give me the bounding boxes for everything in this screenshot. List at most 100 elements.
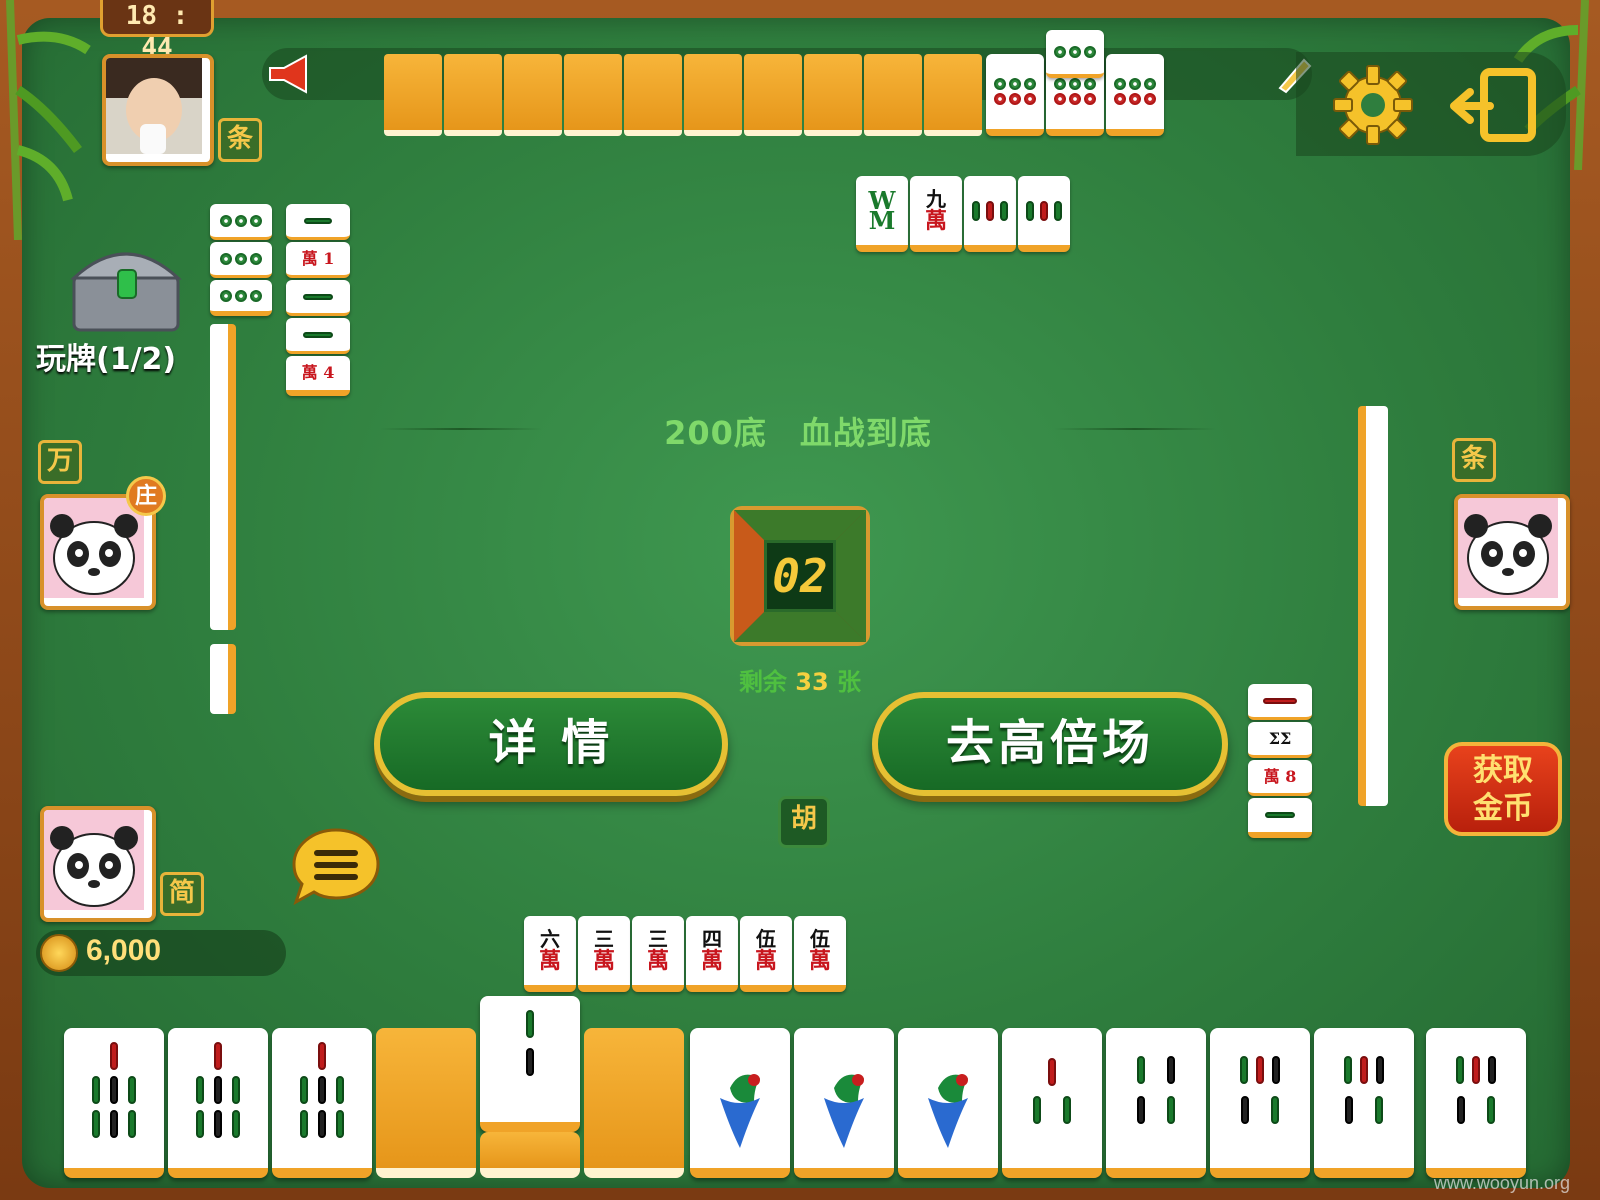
hand-tile-back (480, 1132, 580, 1178)
discard-tile-bamboo (1018, 176, 1070, 252)
bird-icon (928, 1074, 968, 1148)
exit-icon[interactable] (1450, 66, 1540, 146)
panda-avatar-icon (44, 810, 144, 910)
get-gold-line2: 金币 (1473, 791, 1533, 826)
left-opponent-hand (210, 324, 236, 630)
coin-balance: 6,000 (36, 930, 286, 976)
hand-tile-back[interactable] (376, 1028, 476, 1178)
discard-tile: 四萬 (686, 916, 738, 992)
remaining-prefix: 剩余 (738, 668, 796, 696)
coin-icon (40, 934, 78, 972)
hand-tile-bamboo-5[interactable] (1314, 1028, 1414, 1178)
hu-indicator: 胡 (778, 796, 830, 848)
get-gold-button[interactable]: 获取 金币 (1444, 742, 1562, 836)
discard-tile (1248, 798, 1312, 838)
self-player-suit-badge: 简 (160, 872, 204, 916)
discard-tile: 萬 1 (286, 242, 350, 278)
tile-back (564, 54, 622, 136)
meld-tile-stacked (1046, 30, 1104, 78)
divider-left (380, 428, 542, 430)
hand-tile-bamboo-5-drawn[interactable] (1426, 1028, 1526, 1178)
top-player-suit-badge: 条 (218, 118, 262, 162)
bird-icon (720, 1074, 760, 1148)
panda-avatar-icon (44, 498, 144, 598)
meld-tile (210, 280, 272, 316)
top-opponent-hand (384, 54, 982, 136)
discard-tile: 伍萬 (740, 916, 792, 992)
meld-tile (1106, 54, 1164, 136)
discard-tile-wind: WM (856, 176, 908, 252)
self-discards: 六萬 三萬 三萬 四萬 伍萬 伍萬 (524, 916, 846, 992)
gear-icon[interactable] (1330, 62, 1416, 148)
right-player-discards: ΣΣ 萬 8 (1248, 684, 1312, 838)
discard-tile: 萬 4 (286, 356, 350, 396)
get-gold-line1: 获取 (1473, 753, 1533, 788)
tile-back (804, 54, 862, 136)
left-player-discards: 萬 1 萬 4 (286, 204, 350, 396)
treasure-progress-label: 玩牌(1/2) (36, 342, 177, 377)
self-player-avatar[interactable] (40, 806, 156, 922)
clock: 18 : 44 (100, 0, 214, 63)
hand-tile-bamboo-7[interactable] (64, 1028, 164, 1178)
discard-tile: ΣΣ (1248, 722, 1312, 758)
hand-tile-bamboo-2-selected[interactable] (480, 996, 580, 1132)
tile-back (384, 54, 442, 136)
tile-back (504, 54, 562, 136)
hand-tile-bamboo-1[interactable] (690, 1028, 790, 1178)
treasure-chest-icon[interactable] (66, 234, 186, 334)
hand-tile-bamboo-1[interactable] (794, 1028, 894, 1178)
right-player-suit-badge: 条 (1452, 438, 1496, 482)
tile-back (684, 54, 742, 136)
discard-tile (286, 280, 350, 316)
discard-tile (1248, 684, 1312, 720)
remaining-count: 33 (795, 668, 829, 696)
high-stakes-room-button[interactable]: 去高倍场 (872, 692, 1228, 796)
hand-tile-bamboo-5[interactable] (1210, 1028, 1310, 1178)
discard-tile (286, 204, 350, 240)
bird-icon (824, 1074, 864, 1148)
tile-back (864, 54, 922, 136)
tile-back (444, 54, 502, 136)
discard-tile: 六萬 (524, 916, 576, 992)
remaining-tiles: 剩余 33 张 (700, 662, 900, 697)
discard-tile: 三萬 (632, 916, 684, 992)
left-player-suit-badge: 万 (38, 440, 82, 484)
discard-tile: 伍萬 (794, 916, 846, 992)
hand-tile-bamboo-7[interactable] (168, 1028, 268, 1178)
discard-tile: 九萬 (910, 176, 962, 252)
tile-back (924, 54, 982, 136)
discard-tile (286, 318, 350, 354)
speaker-icon[interactable] (266, 52, 312, 96)
meld-tile (986, 54, 1044, 136)
coin-amount: 6,000 (86, 934, 162, 967)
player-photo-icon (106, 58, 202, 154)
dealer-badge: 庄 (126, 476, 166, 516)
meld-tile (210, 242, 272, 278)
hand-tile-bamboo-7[interactable] (272, 1028, 372, 1178)
left-opponent-drawn-tile (210, 644, 236, 714)
timer-countdown: 02 (764, 540, 836, 612)
turn-timer: 02 (730, 506, 870, 646)
panda-avatar-icon (1458, 498, 1558, 598)
table-info: 200底 血战到底 (664, 414, 932, 452)
right-player-avatar[interactable] (1454, 494, 1570, 610)
discard-tile: 三萬 (578, 916, 630, 992)
hand-tile-bamboo-3[interactable] (1002, 1028, 1102, 1178)
meld-tile (210, 204, 272, 240)
discard-tile-bamboo (964, 176, 1016, 252)
hand-tile-bamboo-4[interactable] (1106, 1028, 1206, 1178)
watermark: www.wooyun.org (1433, 1173, 1570, 1193)
tile-back (624, 54, 682, 136)
tile-back (744, 54, 802, 136)
top-player-avatar[interactable] (102, 54, 214, 166)
chat-bubble-icon[interactable] (290, 826, 382, 906)
hand-tile-bamboo-1[interactable] (898, 1028, 998, 1178)
divider-right (1054, 428, 1216, 430)
bamboo-decoration-left (6, 0, 91, 240)
right-opponent-hand (1358, 406, 1388, 806)
details-button[interactable]: 详 情 (374, 692, 728, 796)
discard-tile: 萬 8 (1248, 760, 1312, 796)
left-player-meld (210, 204, 272, 316)
remaining-suffix: 张 (828, 668, 862, 696)
hand-tile-back[interactable] (584, 1028, 684, 1178)
